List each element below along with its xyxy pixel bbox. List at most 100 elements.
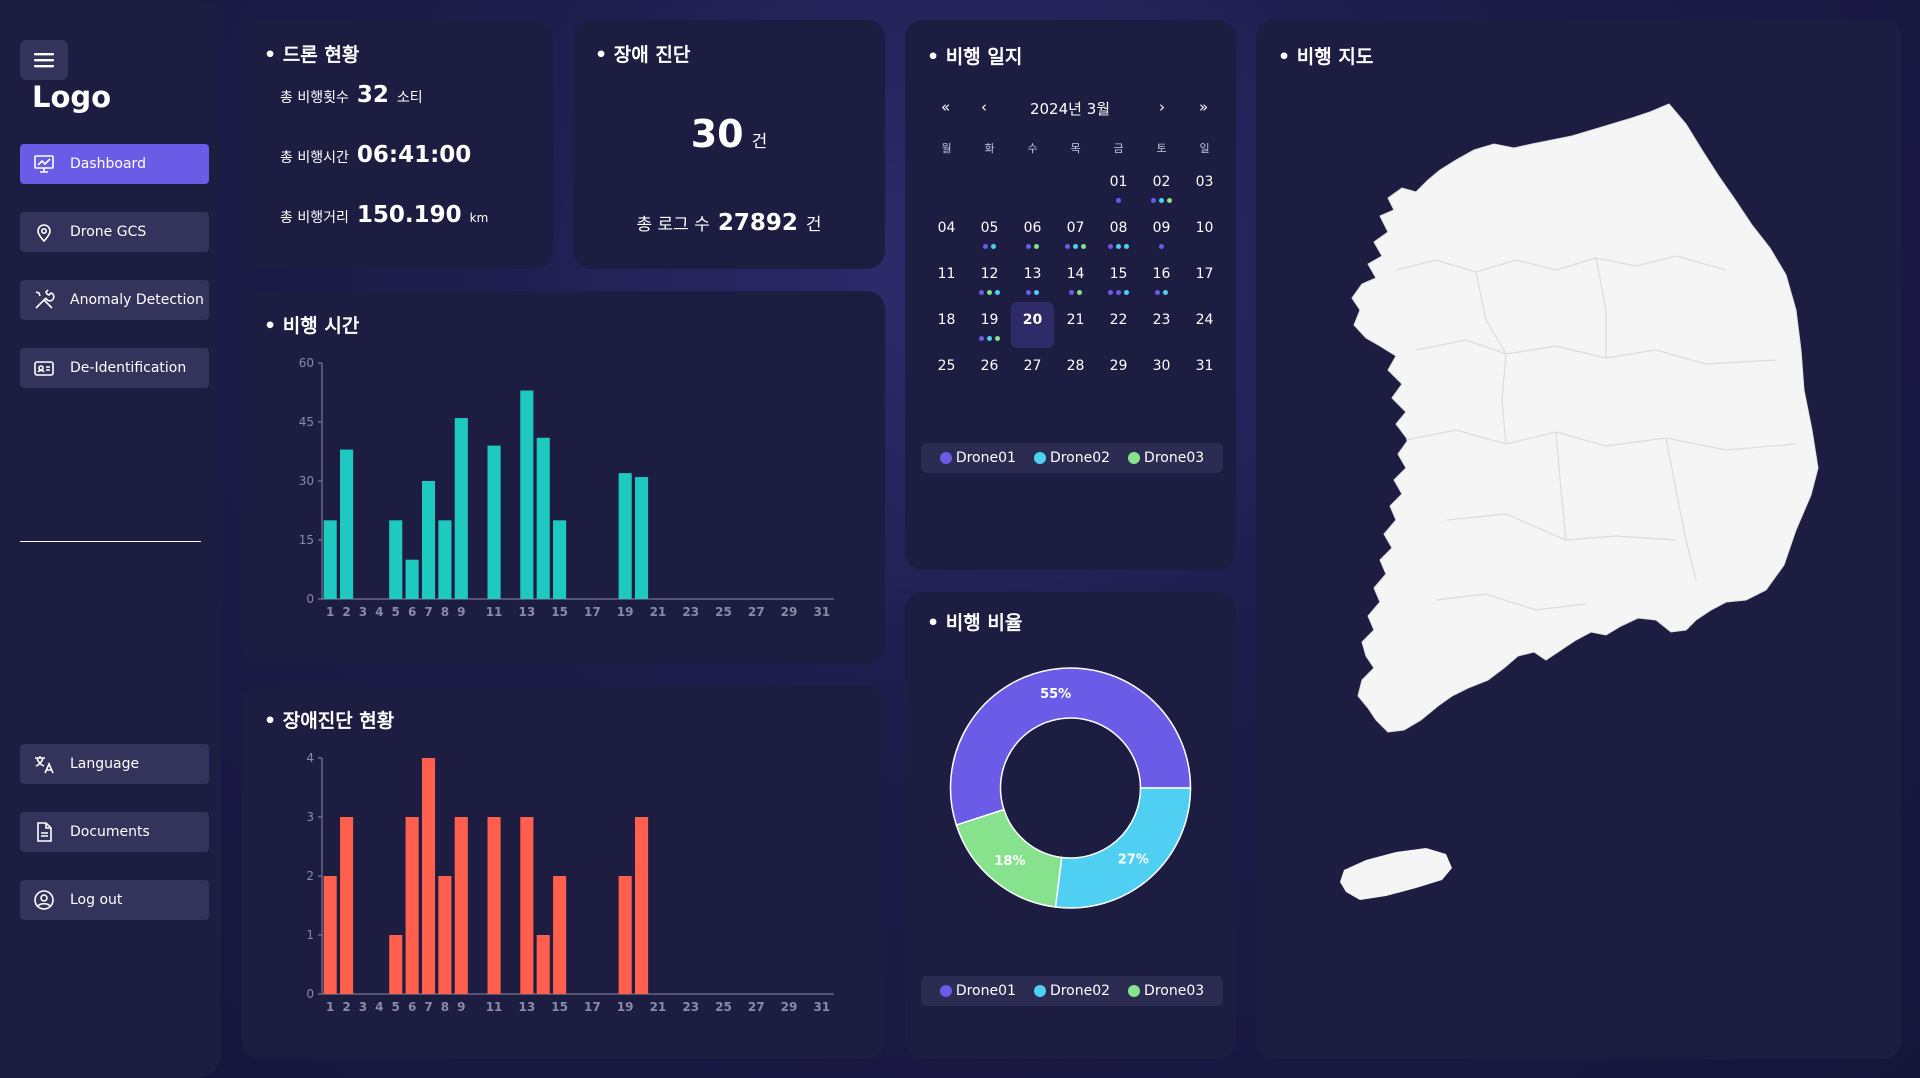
- fault-status-chart: 012341 2 3 4 5 6 7 8 9 11 13 15 17 19 21 23 25 27 29 31: [306, 751, 834, 1014]
- flight-dot-drone01: [983, 244, 988, 249]
- calendar-day[interactable]: 06: [1011, 210, 1054, 256]
- calendar-day[interactable]: 10: [1183, 210, 1226, 256]
- calendar-day[interactable]: 01: [1097, 164, 1140, 210]
- bar-day-20: [634, 817, 649, 994]
- x-tick-label: 19: [617, 1000, 634, 1014]
- total-flights-label: 총 비행횟수: [280, 90, 349, 106]
- calendar-day[interactable]: 24: [1183, 302, 1226, 348]
- calendar-day[interactable]: 15: [1097, 256, 1140, 302]
- calendar-day[interactable]: 19: [968, 302, 1011, 348]
- x-tick-label: 1: [326, 1000, 334, 1014]
- calendar-day[interactable]: 02: [1140, 164, 1183, 210]
- last-page-button[interactable]: »: [1199, 98, 1208, 116]
- calendar-day-number: 10: [1195, 220, 1214, 236]
- x-tick-label: 6: [408, 1000, 416, 1014]
- flight-log-card: • 비행 일지 « ‹ 2024년 3월 › » 월화수목금토일 01 02 03 0…: [905, 20, 1236, 570]
- x-tick-label: 7: [424, 1000, 432, 1014]
- bar-day-11: [487, 817, 501, 994]
- nav-drone-gcs[interactable]: Drone GCS: [20, 212, 209, 252]
- nav-label: Drone GCS: [70, 224, 147, 240]
- calendar-day[interactable]: 26: [968, 348, 1011, 394]
- flight-time-card: • 비행 시간 0 15 30 45 60 1 2 3 4 5 6 7 8 9 11 13 15 17 19 21 23…: [242, 291, 885, 664]
- flight-dot-drone02: [1116, 244, 1121, 249]
- flight-dot-drone01: [1151, 198, 1156, 203]
- calendar-day[interactable]: 16: [1140, 256, 1183, 302]
- total-logs-value: 27892: [717, 210, 798, 236]
- nav-label: Language: [70, 756, 140, 772]
- calendar-day[interactable]: 28: [1054, 348, 1097, 394]
- calendar-day[interactable]: 20: [1011, 302, 1054, 348]
- calendar-day-number: 28: [1066, 358, 1085, 374]
- calendar-day[interactable]: 14: [1054, 256, 1097, 302]
- flight-indicator-dots: [1140, 198, 1183, 203]
- x-tick-label: 3: [359, 605, 367, 619]
- flight-dot-drone02: [1163, 290, 1168, 295]
- x-tick-label: 27: [748, 1000, 765, 1014]
- x-tick-label: 23: [682, 605, 699, 619]
- calendar-day-number: 31: [1195, 358, 1214, 374]
- calendar-day[interactable]: 13: [1011, 256, 1054, 302]
- flight-dot-drone02: [991, 244, 996, 249]
- next-month-button[interactable]: ›: [1159, 98, 1165, 116]
- legend-label: Drone01: [955, 450, 1016, 466]
- total-distance-stat: 총 비행거리 150.190 km: [280, 202, 488, 228]
- y-tick-label: 2: [306, 869, 314, 883]
- calendar-day-number: 26: [980, 358, 999, 374]
- donut-legend: Drone01 Drone02 Drone03: [921, 976, 1223, 1006]
- flight-ratio-donut-chart: 55% 27% 18%: [949, 667, 1192, 909]
- calendar-day[interactable]: 22: [1097, 302, 1140, 348]
- calendar-day[interactable]: 27: [1011, 348, 1054, 394]
- calendar-day[interactable]: 25: [925, 348, 968, 394]
- y-tick-label: 15: [299, 533, 314, 547]
- nav-language[interactable]: Language: [20, 744, 209, 784]
- calendar-day[interactable]: 07: [1054, 210, 1097, 256]
- calendar-day[interactable]: 09: [1140, 210, 1183, 256]
- nav-dashboard[interactable]: Dashboard: [20, 144, 209, 184]
- nav-de-identification[interactable]: De-Identification: [20, 348, 209, 388]
- legend-swatch: [1128, 985, 1141, 997]
- calendar-day[interactable]: 21: [1054, 302, 1097, 348]
- bar-day-14: [536, 437, 550, 599]
- nav-anomaly-detection[interactable]: Anomaly Detection: [20, 280, 209, 320]
- calendar-day[interactable]: 05: [968, 210, 1011, 256]
- logo: Logo: [32, 80, 112, 114]
- legend-label: Drone03: [1144, 450, 1205, 466]
- nav-log-out[interactable]: Log out: [20, 880, 209, 920]
- y-tick-label: 3: [306, 810, 314, 824]
- calendar-day[interactable]: 23: [1140, 302, 1183, 348]
- flight-dot-drone01: [1155, 290, 1160, 295]
- calendar-day[interactable]: 18: [925, 302, 968, 348]
- x-tick-label: 13: [518, 1000, 535, 1014]
- flight-map-card: • 비행 지도: [1256, 20, 1901, 1059]
- calendar-day[interactable]: 08: [1097, 210, 1140, 256]
- nav-documents[interactable]: Documents: [20, 812, 209, 852]
- calendar-day-number: 23: [1152, 312, 1171, 328]
- x-tick-label: 31: [813, 1000, 830, 1014]
- calendar-day[interactable]: 12: [968, 256, 1011, 302]
- calendar-day[interactable]: 03: [1183, 164, 1226, 210]
- x-tick-label: 15: [551, 605, 568, 619]
- flight-dot-drone01: [1069, 290, 1074, 295]
- x-tick-label: 9: [457, 605, 465, 619]
- korea-map[interactable]: [1256, 20, 1901, 1059]
- calendar-day[interactable]: 31: [1183, 348, 1226, 394]
- calendar-day-number: 13: [1023, 266, 1042, 282]
- donut-slice-drone02[interactable]: [1054, 787, 1192, 909]
- calendar-week-row: 18 19 20 21 22 23 24: [925, 302, 1226, 348]
- legend-swatch: [1128, 452, 1141, 464]
- calendar-day[interactable]: 29: [1097, 348, 1140, 394]
- calendar-day-number: 24: [1195, 312, 1214, 328]
- legend-swatch: [939, 985, 952, 997]
- menu-toggle-button[interactable]: [20, 40, 68, 80]
- calendar-day[interactable]: 11: [925, 256, 968, 302]
- calendar-day[interactable]: 17: [1183, 256, 1226, 302]
- calendar-day[interactable]: 04: [925, 210, 968, 256]
- weekday-label: 수: [1027, 142, 1038, 155]
- card-title: • 비행 비율: [927, 612, 1023, 634]
- flight-indicator-dots: [968, 336, 1011, 341]
- legend-label: Drone02: [1049, 983, 1111, 999]
- flight-dot-drone03: [1077, 290, 1082, 295]
- calendar-empty-cell: [1011, 164, 1054, 210]
- calendar-day[interactable]: 30: [1140, 348, 1183, 394]
- calendar-day-number: 30: [1152, 358, 1171, 374]
